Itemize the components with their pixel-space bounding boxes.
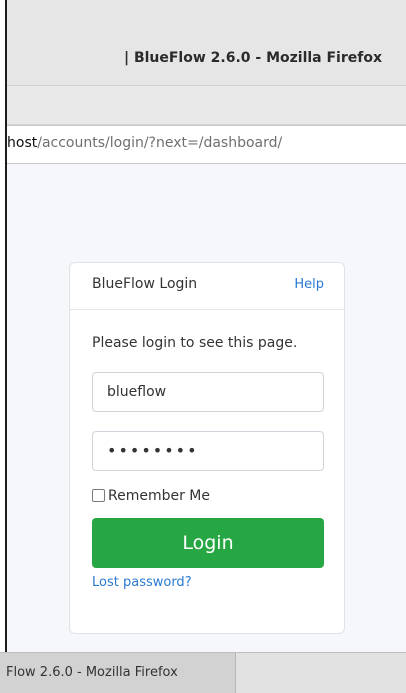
browser-toolbar: [7, 86, 406, 125]
window-title: | BlueFlow 2.6.0 - Mozilla Firefox: [123, 50, 382, 66]
browser-window: | BlueFlow 2.6.0 - Mozilla Firefox host/…: [0, 0, 406, 693]
title-bar: | BlueFlow 2.6.0 - Mozilla Firefox: [7, 0, 406, 86]
remember-me-checkbox[interactable]: [92, 489, 105, 502]
help-link[interactable]: Help: [294, 277, 324, 292]
taskbar-window-label: Flow 2.6.0 - Mozilla Firefox: [6, 665, 178, 680]
login-message: Please login to see this page.: [92, 335, 298, 351]
url-path: /accounts/login/?next=/dashboard/: [37, 135, 283, 151]
page-content: BlueFlow Login Help Please login to see …: [7, 164, 406, 652]
password-input[interactable]: ••••••••: [92, 431, 324, 471]
login-card: BlueFlow Login Help Please login to see …: [69, 262, 345, 634]
remember-me-label[interactable]: Remember Me: [108, 488, 210, 504]
url-host: host: [7, 135, 38, 151]
window-left-border: [5, 0, 7, 652]
login-title: BlueFlow Login: [92, 276, 198, 292]
address-bar[interactable]: host/accounts/login/?next=/dashboard/: [7, 125, 406, 164]
login-card-header: BlueFlow Login Help: [70, 263, 344, 310]
lost-password-link[interactable]: Lost password?: [92, 575, 192, 590]
taskbar: Flow 2.6.0 - Mozilla Firefox: [0, 652, 406, 693]
username-input[interactable]: blueflow: [92, 372, 324, 412]
login-card-body: Please login to see this page. blueflow …: [70, 310, 344, 633]
url-text[interactable]: host/accounts/login/?next=/dashboard/: [7, 135, 282, 151]
login-button[interactable]: Login: [92, 518, 324, 568]
taskbar-window-button[interactable]: Flow 2.6.0 - Mozilla Firefox: [0, 653, 236, 693]
